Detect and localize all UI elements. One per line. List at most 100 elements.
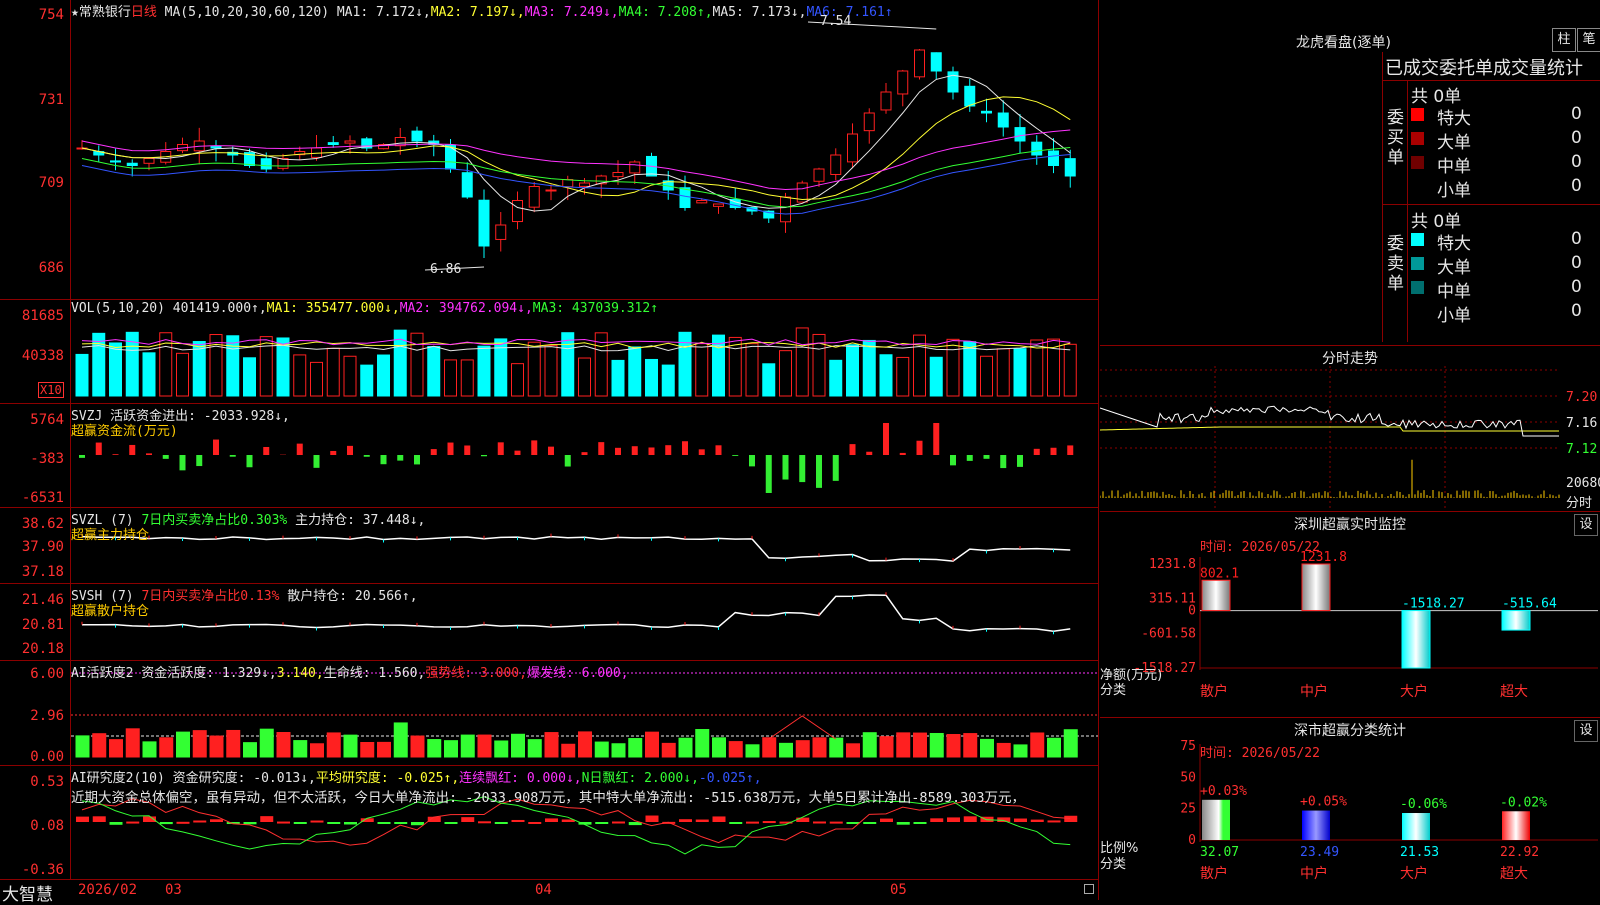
activity-bar bbox=[830, 738, 843, 757]
svzj-bar bbox=[1017, 455, 1023, 467]
volume-bar bbox=[646, 359, 658, 396]
classify-axis-label: 50 bbox=[1180, 770, 1196, 785]
kline-pane[interactable]: 754 731 709 686 ★常熟银行日线 MA(5,10,20,30,60… bbox=[0, 0, 1098, 300]
tick-view-button[interactable]: 笔 bbox=[1577, 28, 1600, 52]
research-bar bbox=[696, 820, 709, 822]
classify-value-label: 23.49 bbox=[1300, 845, 1339, 860]
volume-bar bbox=[830, 360, 842, 396]
svzj-bar bbox=[1067, 445, 1073, 455]
monitor-bar-chart[interactable]: 1231.8315.110-601.58-1518.27802.1散户1231.… bbox=[1100, 512, 1600, 717]
candle-body bbox=[1065, 159, 1075, 176]
monitor-bar bbox=[1502, 611, 1530, 631]
candle-body bbox=[1032, 142, 1042, 155]
row-qty: 0 bbox=[1571, 277, 1582, 297]
activity-bar bbox=[897, 733, 910, 757]
candle-body bbox=[412, 131, 422, 141]
research-bar bbox=[411, 822, 424, 825]
stat-box: 已成交委托单成交量统计 委买单 共 0单 特大00%大单00%中单00%小单00… bbox=[1382, 52, 1600, 342]
svzj-bar bbox=[783, 455, 789, 480]
realtime-monitor-panel[interactable]: 深圳超赢实时监控 设 时间: 2026/05/22 1231.8315.110-… bbox=[1100, 512, 1600, 718]
activity-bar bbox=[930, 733, 943, 757]
volume-bar bbox=[160, 333, 172, 396]
activity-bar bbox=[378, 742, 391, 757]
intraday-axis-label: 7.16 bbox=[1566, 416, 1597, 431]
dragon-tiger-panel[interactable]: 龙虎看盘(逐单) 柱 笔 已成交委托单成交量统计 委买单 共 0单 特大00%大… bbox=[1100, 0, 1600, 346]
research-bar bbox=[1014, 819, 1027, 822]
activity-bar bbox=[244, 743, 257, 757]
research-bar bbox=[729, 822, 742, 824]
research-bar bbox=[193, 820, 206, 822]
ai1-header: AI活跃度2 资金活跃度: 1.329↓,3.140,生命线: 1.560,强势… bbox=[71, 662, 629, 681]
svzj-bar bbox=[682, 441, 688, 455]
research-bar bbox=[1031, 820, 1044, 822]
candle-body bbox=[462, 173, 472, 197]
research-bar bbox=[880, 819, 893, 822]
activity-bar bbox=[579, 732, 592, 757]
ai-activity-pane[interactable]: 6.00 2.96 0.00 AI活跃度2 资金活跃度: 1.329↓,3.14… bbox=[0, 661, 1098, 766]
candle-body bbox=[831, 155, 841, 174]
classify-panel[interactable]: 深市超赢分类统计 设 时间: 2026/05/22 7550250+0.03%3… bbox=[1100, 718, 1600, 900]
candle-body bbox=[328, 143, 338, 145]
candle-body bbox=[563, 180, 573, 187]
legend-swatch bbox=[1411, 132, 1424, 145]
candlestick-chart[interactable] bbox=[0, 0, 1098, 299]
header-segment: 爆发线: 6.000, bbox=[527, 666, 629, 681]
svzl-pane[interactable]: 38.62 37.90 37.18 SVZL (7) 7日内买卖净占比0.303… bbox=[0, 508, 1098, 584]
header-segment: N日飘红: 2.000↓, bbox=[582, 771, 699, 786]
volume-bar bbox=[528, 342, 540, 396]
svzj-bar bbox=[900, 453, 906, 455]
activity-bar bbox=[110, 740, 123, 757]
svzj-bar bbox=[113, 454, 119, 455]
svsh-subtitle: 超赢散户持仓 bbox=[71, 600, 149, 619]
activity-bar bbox=[411, 736, 424, 757]
monitor-value-label: -1518.27 bbox=[1402, 597, 1465, 612]
activity-bar bbox=[260, 729, 273, 757]
header-segment: MA(5,10,20,30,60,120) bbox=[165, 5, 337, 20]
candle-body bbox=[144, 159, 154, 164]
row-name: 大单 bbox=[1437, 128, 1471, 153]
classify-axis-label: 0 bbox=[1188, 833, 1196, 848]
classify-bar bbox=[1302, 811, 1330, 840]
svsh-pane[interactable]: 21.46 20.81 20.18 SVSH (7) 7日内买卖净占比0.13%… bbox=[0, 584, 1098, 661]
brand-logo: 大智慧 bbox=[2, 880, 53, 905]
candle-body bbox=[697, 201, 707, 203]
volume-bar bbox=[579, 358, 591, 396]
monitor-bar bbox=[1202, 580, 1230, 610]
bar-view-button[interactable]: 柱 bbox=[1552, 28, 1576, 52]
row-name: 特大 bbox=[1437, 104, 1471, 129]
classify-change-label: +0.05% bbox=[1300, 795, 1347, 810]
candle-body bbox=[446, 145, 456, 169]
intraday-panel[interactable]: 分时走势 7.20 7.16 7.12 20680 分时 bbox=[1100, 346, 1600, 512]
svzj-bar bbox=[129, 445, 135, 455]
date-tick: 2026/02 bbox=[78, 882, 137, 898]
ai-research-pane[interactable]: 0.53 0.08 -0.36 AI研究度2(10) 资金研究度: -0.013… bbox=[0, 766, 1098, 879]
svzj-bar bbox=[515, 451, 521, 455]
svzj-bar bbox=[950, 455, 956, 465]
candle-body bbox=[127, 163, 137, 165]
svzj-bar bbox=[531, 440, 537, 455]
lock-icon[interactable] bbox=[1084, 884, 1094, 894]
research-bar bbox=[830, 822, 843, 824]
svzj-bar bbox=[716, 445, 722, 455]
sell-row: 中单00% bbox=[1411, 277, 1600, 301]
activity-bar bbox=[746, 745, 759, 757]
volume-pane[interactable]: 81685 40338 X10 VOL(5,10,20) 401419.000↑… bbox=[0, 300, 1098, 404]
research-bar bbox=[1064, 816, 1077, 822]
candle-body bbox=[982, 111, 992, 113]
activity-bar bbox=[713, 738, 726, 757]
buy-row: 小单00% bbox=[1411, 176, 1600, 200]
header-segment: 平均研究度: -0.025↑, bbox=[316, 771, 459, 786]
volume-bar bbox=[93, 333, 105, 396]
classify-bar-chart[interactable]: 7550250+0.03%32.07散户+0.05%23.49中户-0.06%2… bbox=[1100, 718, 1600, 900]
volume-bar bbox=[445, 360, 457, 396]
svzj-bar bbox=[297, 444, 303, 455]
monitor-value-label: 802.1 bbox=[1200, 566, 1239, 581]
svzj-pane[interactable]: 5764 -383 -6531 SVZJ 活跃资金进出: -2033.928↓,… bbox=[0, 404, 1098, 508]
intraday-chart[interactable] bbox=[1100, 346, 1600, 511]
volume-bar bbox=[947, 339, 959, 396]
activity-bar bbox=[193, 731, 206, 757]
candle-body bbox=[111, 161, 121, 162]
date-tick: 03 bbox=[165, 882, 182, 898]
candle-body bbox=[848, 134, 858, 162]
date-bar: 大智慧 2026/02 03 04 05 bbox=[0, 879, 1098, 901]
